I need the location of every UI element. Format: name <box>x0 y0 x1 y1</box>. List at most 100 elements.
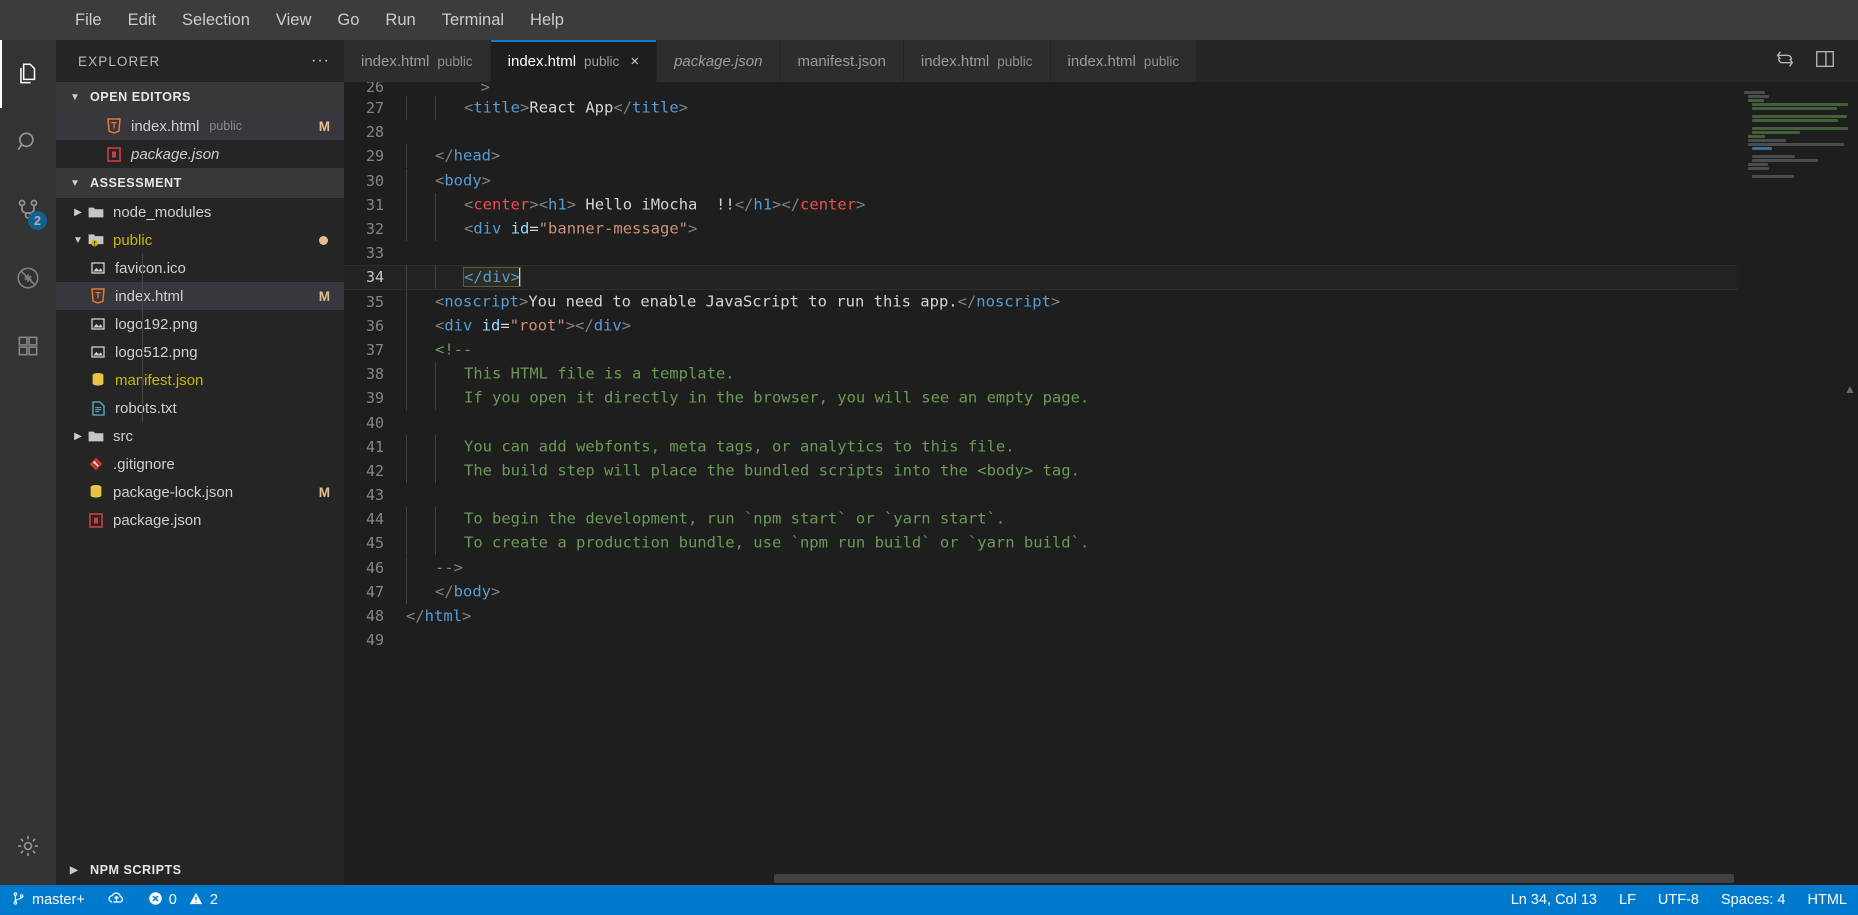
tree-file[interactable]: manifest.json <box>56 366 344 394</box>
editor-tab[interactable]: package.json <box>657 40 781 82</box>
modified-badge: M <box>318 118 330 134</box>
split-editor-icon[interactable] <box>1774 48 1796 75</box>
source-control-icon[interactable]: 2 <box>0 176 56 244</box>
editor-tab[interactable]: index.html public <box>1050 40 1198 82</box>
cloud-upload-icon <box>107 890 126 910</box>
open-changes-icon[interactable] <box>1814 48 1836 75</box>
explorer-icon[interactable] <box>0 40 56 108</box>
code-line[interactable]: 43 <box>344 483 1738 507</box>
code-line[interactable]: 39 If you open it directly in the browse… <box>344 386 1738 411</box>
line-number: 32 <box>365 220 384 239</box>
chevron-down-icon: ▼ <box>70 177 81 189</box>
tree-file[interactable]: favicon.ico <box>56 254 344 282</box>
tree-item-label: node_modules <box>113 203 212 221</box>
status-encoding[interactable]: UTF-8 <box>1647 885 1710 915</box>
code-line[interactable]: 31 <center><h1> Hello iMocha !!</h1></ce… <box>344 192 1738 217</box>
section-open-editors[interactable]: ▼ OPEN EDITORS <box>56 82 344 112</box>
status-eol[interactable]: LF <box>1608 885 1647 915</box>
tree-file[interactable]: robots.txt <box>56 394 344 422</box>
search-icon[interactable] <box>0 108 56 176</box>
chevron-down-icon[interactable]: ▼ <box>70 235 86 246</box>
status-indentation[interactable]: Spaces: 4 <box>1710 885 1797 915</box>
code-line[interactable]: 38 This HTML file is a template. <box>344 362 1738 387</box>
minimap-line <box>1748 135 1765 138</box>
code-line[interactable]: 41 You can add webfonts, meta tags, or a… <box>344 434 1738 459</box>
tree-file[interactable]: index.html M <box>56 282 344 310</box>
sidebar-more-actions-icon[interactable]: ··· <box>311 53 330 69</box>
code-line[interactable]: 48 </html> <box>344 604 1738 628</box>
code-line[interactable]: 47 </body> <box>344 579 1738 604</box>
tree-file[interactable]: logo192.png <box>56 310 344 338</box>
menu-item-file[interactable]: File <box>62 7 115 34</box>
horizontal-scrollbar-thumb[interactable] <box>774 874 1734 883</box>
menu-item-terminal[interactable]: Terminal <box>429 7 517 34</box>
horizontal-scrollbar[interactable] <box>344 871 1858 885</box>
tree-folder[interactable]: ▶ src <box>56 422 344 450</box>
open-editor-item[interactable]: package.json <box>56 140 344 168</box>
code-line[interactable]: 29 </head> <box>344 144 1738 169</box>
status-sync[interactable] <box>96 885 137 915</box>
extensions-icon[interactable] <box>0 312 56 380</box>
settings-gear-icon[interactable] <box>0 807 56 885</box>
status-cursor-position[interactable]: Ln 34, Col 13 <box>1500 885 1608 915</box>
minimap-line <box>1746 151 1850 154</box>
open-editor-item[interactable]: index.html public M <box>56 112 344 140</box>
editor-tab[interactable]: index.html public × <box>490 40 658 82</box>
code-line-text: <div id="banner-message"> <box>406 217 1738 242</box>
menu-item-edit[interactable]: Edit <box>115 7 169 34</box>
tree-file[interactable]: package.json <box>56 506 344 534</box>
code-line[interactable]: 30 <body> <box>344 168 1738 193</box>
tree-file[interactable]: logo512.png <box>56 338 344 366</box>
code-line[interactable]: 35 <noscript>You need to enable JavaScri… <box>344 289 1738 314</box>
minimap-line <box>1746 111 1850 114</box>
code-line[interactable]: 27 <title>React App</title> <box>344 96 1738 121</box>
menu-item-help[interactable]: Help <box>517 7 577 34</box>
status-language-mode[interactable]: HTML <box>1797 885 1858 915</box>
close-icon[interactable]: × <box>630 53 639 70</box>
editor-tab[interactable]: manifest.json <box>780 40 904 82</box>
tree-folder[interactable]: ▼ public <box>56 226 344 254</box>
tree-file[interactable]: package-lock.json M <box>56 478 344 506</box>
menu-item-run[interactable]: Run <box>372 7 428 34</box>
code-line[interactable]: 40 <box>344 410 1738 434</box>
code-line[interactable]: 34 </div> <box>344 265 1738 290</box>
status-bar: master+ 0 2 Ln 34, Col 13 LF UTF-8 Space… <box>0 885 1858 915</box>
code-line-text: <body> <box>406 168 1738 193</box>
tree-folder[interactable]: ▶ node_modules <box>56 198 344 226</box>
section-assessment[interactable]: ▼ ASSESSMENT <box>56 168 344 198</box>
activity-bar: 2 <box>0 40 56 885</box>
status-branch[interactable]: master+ <box>0 885 96 915</box>
chevron-right-icon[interactable]: ▶ <box>70 431 86 442</box>
run-debug-icon[interactable] <box>0 244 56 312</box>
line-number: 42 <box>365 461 384 480</box>
line-number: 40 <box>365 413 384 432</box>
code-line[interactable]: 44 To begin the development, run `npm st… <box>344 507 1738 532</box>
code-line[interactable]: 28 <box>344 120 1738 144</box>
tree-file[interactable]: .gitignore <box>56 450 344 478</box>
editor-tab[interactable]: index.html public <box>344 40 491 82</box>
status-problems[interactable]: 0 2 <box>137 885 229 915</box>
code-line[interactable]: 49 <box>344 628 1738 652</box>
modified-dot <box>319 235 328 245</box>
minimap-line <box>1752 107 1837 110</box>
code-editor[interactable]: 26 >27 <title>React App</title> 28 29 </he… <box>344 82 1738 871</box>
code-line[interactable]: 45 To create a production bundle, use `n… <box>344 531 1738 556</box>
code-line[interactable]: 42 The build step will place the bundled… <box>344 458 1738 483</box>
minimap-line <box>1748 99 1764 102</box>
code-line[interactable]: 32 <div id="banner-message"> <box>344 217 1738 242</box>
code-line[interactable]: 46 --> <box>344 555 1738 580</box>
chevron-right-icon[interactable]: ▶ <box>70 207 86 218</box>
section-npm-scripts[interactable]: ▶ NPM SCRIPTS <box>56 855 344 885</box>
code-line[interactable]: 36 <div id="root"></div> <box>344 313 1738 338</box>
menu-item-go[interactable]: Go <box>324 7 372 34</box>
minimap[interactable]: ▲ <box>1738 82 1858 871</box>
menu-item-view[interactable]: View <box>263 7 324 34</box>
editor-area: index.html public index.html public × package… <box>344 40 1858 885</box>
minimap-slider[interactable]: ▲ <box>1844 382 1856 396</box>
menu-item-selection[interactable]: Selection <box>169 7 263 34</box>
code-line[interactable]: 37 <!-- <box>344 337 1738 362</box>
line-number: 44 <box>365 510 384 529</box>
minimap-line <box>1744 91 1765 94</box>
editor-tab[interactable]: index.html public <box>903 40 1051 82</box>
code-line[interactable]: 33 <box>344 241 1738 265</box>
